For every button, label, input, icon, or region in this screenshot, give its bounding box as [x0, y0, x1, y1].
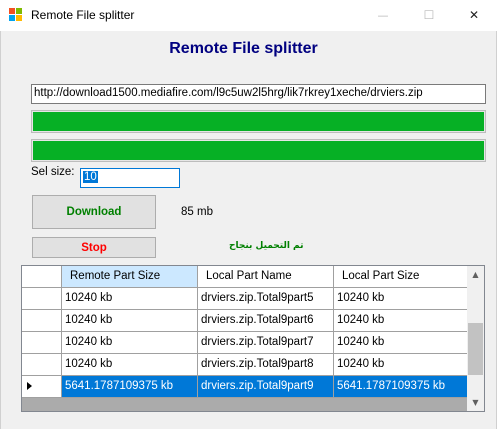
grid-header-row: Remote Part Size Local Part Name Local P…: [22, 266, 470, 288]
cell-local-part-size[interactable]: 10240 kb: [334, 332, 470, 354]
cell-local-part-name[interactable]: drviers.zip.Total9part8: [198, 354, 334, 376]
close-icon: ✕: [468, 8, 480, 22]
cell-remote-part-size[interactable]: 10240 kb: [62, 332, 198, 354]
row-header[interactable]: [22, 332, 62, 354]
table-row-selected[interactable]: 5641.1787109375 kb drviers.zip.Total9par…: [22, 376, 470, 398]
cell-local-part-name[interactable]: drviers.zip.Total9part7: [198, 332, 334, 354]
cell-remote-part-size[interactable]: 5641.1787109375 kb: [62, 376, 198, 398]
row-header[interactable]: [22, 310, 62, 332]
stop-button[interactable]: Stop: [32, 237, 156, 258]
download-label: Download: [66, 206, 122, 218]
download-button[interactable]: Download: [32, 195, 156, 229]
column-header-remote-part-size[interactable]: Remote Part Size: [62, 266, 198, 288]
column-header-local-part-name[interactable]: Local Part Name: [198, 266, 334, 288]
cell-remote-part-size[interactable]: 10240 kb: [62, 354, 198, 376]
url-input[interactable]: http://download1500.mediafire.com/l9c5uw…: [31, 84, 486, 104]
cell-local-part-size[interactable]: 10240 kb: [334, 288, 470, 310]
cell-local-part-name[interactable]: drviers.zip.Total9part9: [198, 376, 334, 398]
cell-remote-part-size[interactable]: 10240 kb: [62, 310, 198, 332]
grid-vertical-scrollbar[interactable]: ▲ ▼: [467, 266, 484, 411]
progress-bar-2: [31, 139, 486, 162]
grid-corner-cell: [22, 266, 62, 288]
table-row[interactable]: 10240 kb drviers.zip.Total9part7 10240 k…: [22, 332, 470, 354]
cell-remote-part-size[interactable]: 10240 kb: [62, 288, 198, 310]
column-header-local-part-size[interactable]: Local Part Size: [334, 266, 470, 288]
progress-bar-1: [31, 110, 486, 133]
table-row[interactable]: 10240 kb drviers.zip.Total9part8 10240 k…: [22, 354, 470, 376]
table-row[interactable]: 10240 kb drviers.zip.Total9part5 10240 k…: [22, 288, 470, 310]
minimize-icon: —: [377, 8, 389, 22]
row-header[interactable]: [22, 354, 62, 376]
scroll-down-icon[interactable]: ▼: [467, 394, 484, 411]
progress-fill-2: [33, 141, 484, 160]
parts-grid[interactable]: Remote Part Size Local Part Name Local P…: [21, 265, 485, 412]
maximize-button[interactable]: ☐: [406, 0, 452, 30]
close-button[interactable]: ✕: [451, 0, 497, 30]
scroll-up-icon[interactable]: ▲: [467, 266, 484, 283]
cell-local-part-size[interactable]: 5641.1787109375 kb: [334, 376, 470, 398]
app-icon: [9, 8, 23, 22]
progress-fill-1: [33, 112, 484, 131]
current-row-arrow-icon: [27, 382, 32, 390]
cell-local-part-name[interactable]: drviers.zip.Total9part5: [198, 288, 334, 310]
minimize-button[interactable]: —: [360, 0, 406, 30]
sel-size-label: Sel size:: [31, 166, 75, 178]
status-label: تم التحميل بنجاح: [229, 241, 304, 251]
sel-size-value: 10: [83, 171, 98, 183]
file-size-label: 85 mb: [181, 206, 213, 218]
stop-label: Stop: [81, 241, 107, 254]
table-row[interactable]: 10240 kb drviers.zip.Total9part6 10240 k…: [22, 310, 470, 332]
cell-local-part-size[interactable]: 10240 kb: [334, 354, 470, 376]
row-header[interactable]: [22, 288, 62, 310]
maximize-icon: ☐: [423, 8, 435, 22]
form-heading: Remote File splitter: [169, 40, 318, 57]
row-header[interactable]: [22, 376, 62, 398]
title-bar: Remote File splitter — ☐ ✕: [0, 0, 497, 32]
scroll-thumb[interactable]: [468, 323, 483, 375]
sel-size-input[interactable]: 10: [80, 168, 180, 188]
window-title: Remote File splitter: [31, 8, 135, 22]
cell-local-part-size[interactable]: 10240 kb: [334, 310, 470, 332]
cell-local-part-name[interactable]: drviers.zip.Total9part6: [198, 310, 334, 332]
